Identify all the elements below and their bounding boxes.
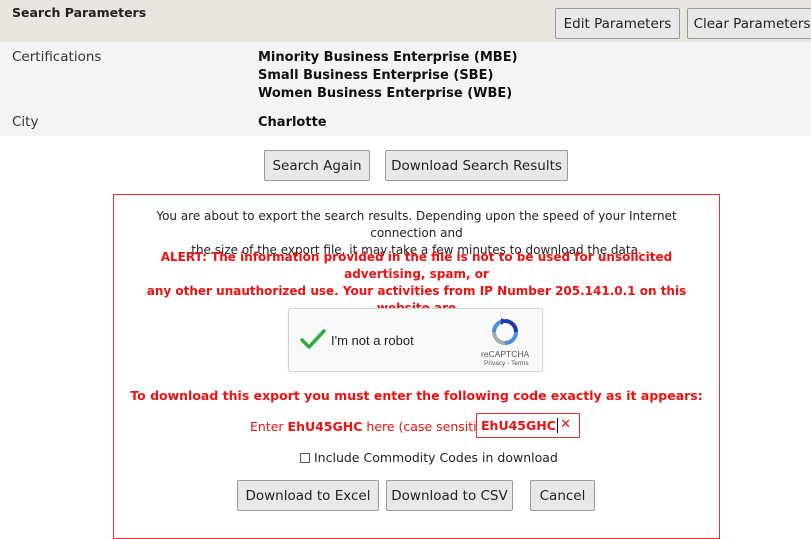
- edit-parameters-button[interactable]: Edit Parameters: [555, 8, 680, 39]
- code-input-value[interactable]: EhU45GHC: [481, 418, 556, 433]
- commodity-codes-option[interactable]: Include Commodity Codes in download: [300, 450, 558, 465]
- recaptcha-label: I'm not a robot: [331, 333, 414, 348]
- search-again-button[interactable]: Search Again: [264, 150, 370, 181]
- intro-line: You are about to export the search resul…: [156, 209, 677, 240]
- alert-line: ALERT: The information provided in the f…: [160, 250, 673, 281]
- commodity-codes-checkbox[interactable]: [300, 452, 310, 463]
- header-title: Search Parameters: [12, 5, 147, 20]
- recaptcha-logo-icon: [492, 318, 518, 345]
- clear-parameters-button[interactable]: Clear Parameters: [687, 8, 811, 39]
- code-input-field[interactable]: EhU45GHC ✕: [476, 413, 580, 438]
- commodity-codes-label[interactable]: Include Commodity Codes in download: [314, 450, 558, 465]
- code-instruction: To download this export you must enter t…: [130, 388, 703, 403]
- certification-item: Minority Business Enterprise (MBE): [258, 50, 518, 65]
- certifications-values: Minority Business Enterprise (MBE) Small…: [258, 49, 518, 103]
- city-value: Charlotte: [258, 115, 327, 130]
- recaptcha-widget[interactable]: I'm not a robot reCAPTCHA Privacy - Term…: [288, 308, 543, 372]
- certifications-label: Certifications: [12, 49, 102, 65]
- certifications-row: Certifications Minority Business Enterpr…: [0, 42, 811, 110]
- code-prompt-prefix: Enter: [250, 418, 288, 434]
- city-row: City Charlotte: [0, 110, 811, 136]
- download-search-results-button[interactable]: Download Search Results: [385, 150, 568, 181]
- verification-code: EhU45GHC: [287, 418, 363, 434]
- city-label: City: [12, 114, 39, 130]
- download-excel-button[interactable]: Download to Excel: [237, 480, 379, 511]
- certification-item: Small Business Enterprise (SBE): [258, 68, 494, 83]
- cancel-button[interactable]: Cancel: [530, 480, 595, 511]
- checkmark-icon[interactable]: [300, 328, 326, 350]
- clear-input-icon[interactable]: ✕: [560, 417, 571, 432]
- recaptcha-brand: reCAPTCHA: [481, 349, 530, 359]
- certification-item: Women Business Enterprise (WBE): [258, 86, 513, 101]
- text-caret: [556, 418, 558, 433]
- recaptcha-privacy-terms-link[interactable]: Privacy - Terms: [484, 360, 529, 367]
- code-prompt: Enter EhU45GHC here (case sensitive):: [250, 414, 505, 438]
- download-csv-button[interactable]: Download to CSV: [386, 480, 513, 511]
